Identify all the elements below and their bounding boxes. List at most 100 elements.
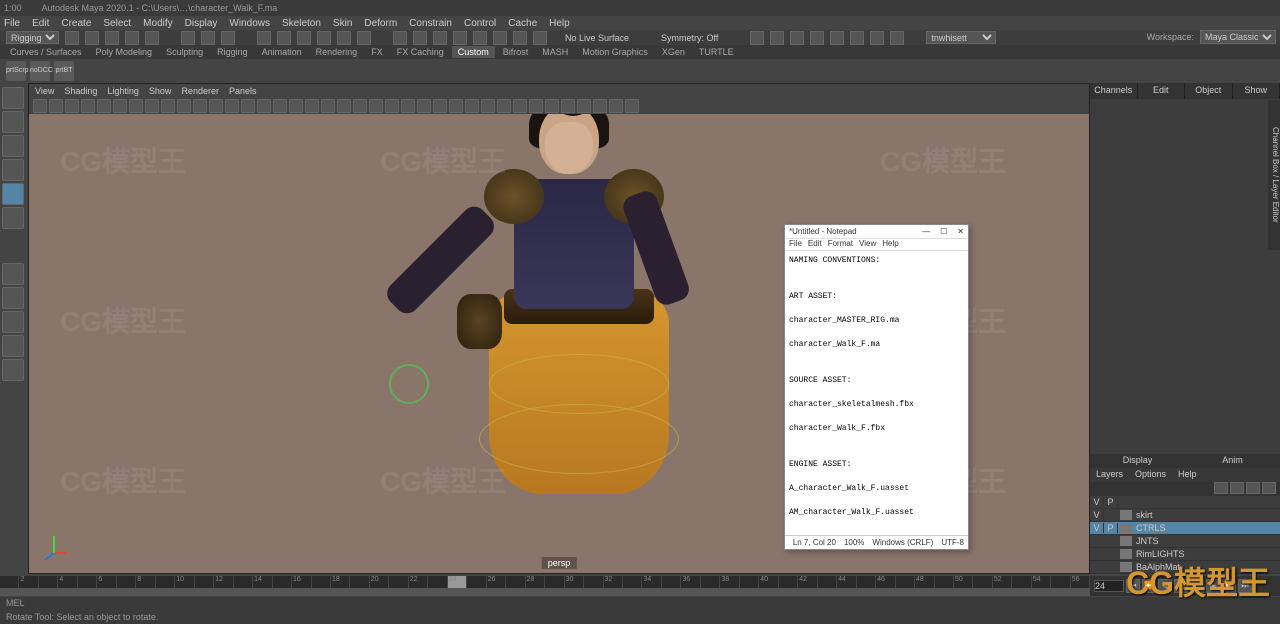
vp-toolbar-icon[interactable] [289, 99, 303, 113]
vp-toolbar-icon[interactable] [609, 99, 623, 113]
shelf-tab[interactable]: MASH [536, 46, 574, 58]
snap-curve-icon[interactable] [277, 31, 291, 45]
menu-help[interactable]: Help [549, 18, 570, 29]
menu-select[interactable]: Select [103, 18, 131, 29]
render-setup-icon[interactable] [850, 31, 864, 45]
history6-icon[interactable] [493, 31, 507, 45]
layout-outliner[interactable] [2, 359, 24, 381]
vp-toolbar-icon[interactable] [513, 99, 527, 113]
shelf-tab[interactable]: FX [365, 46, 389, 58]
hypershade-icon[interactable] [810, 31, 824, 45]
menu-edit[interactable]: Edit [32, 18, 49, 29]
menu-display[interactable]: Display [185, 18, 218, 29]
vp-toolbar-icon[interactable] [65, 99, 79, 113]
vp-toolbar-icon[interactable] [465, 99, 479, 113]
shelf-tab[interactable]: Rendering [310, 46, 364, 58]
current-frame-field[interactable] [1094, 580, 1124, 592]
layer-opt[interactable]: Layers [1090, 468, 1129, 482]
shelf-tab[interactable]: TURTLE [693, 46, 740, 58]
snap-view-icon[interactable] [357, 31, 371, 45]
shelf-tab[interactable]: Curves / Surfaces [4, 46, 88, 58]
vp-toolbar-icon[interactable] [129, 99, 143, 113]
account-dropdown[interactable]: tnwhisett [926, 31, 996, 44]
notepad-text[interactable]: NAMING CONVENTIONS: ART ASSET: character… [785, 251, 968, 535]
shelf-tab[interactable]: Custom [452, 46, 495, 58]
layer-row[interactable]: JNTS [1090, 535, 1280, 548]
vp-toolbar-icon[interactable] [577, 99, 591, 113]
undo-icon[interactable] [125, 31, 139, 45]
time-slider[interactable]: 2468101214161820222426283032343638404244… [0, 576, 1090, 596]
np-menu-item[interactable]: Help [882, 239, 898, 250]
shelf-tab[interactable]: XGen [656, 46, 691, 58]
open-scene-icon[interactable] [85, 31, 99, 45]
vp-toolbar-icon[interactable] [625, 99, 639, 113]
select-tool[interactable] [2, 87, 24, 109]
menu-skeleton[interactable]: Skeleton [282, 18, 321, 29]
vp-toolbar-icon[interactable] [193, 99, 207, 113]
mode-dropdown[interactable]: Rigging [6, 31, 59, 44]
shelf-button[interactable]: prtScrp [6, 61, 26, 81]
vp-toolbar-icon[interactable] [449, 99, 463, 113]
rotate-gizmo[interactable] [389, 364, 429, 404]
snap-plane-icon[interactable] [317, 31, 331, 45]
vp-toolbar-icon[interactable] [385, 99, 399, 113]
history7-icon[interactable] [513, 31, 527, 45]
vp-toolbar-icon[interactable] [593, 99, 607, 113]
vp-toolbar-icon[interactable] [241, 99, 255, 113]
maximize-icon[interactable]: ☐ [940, 227, 947, 236]
vp-toolbar-icon[interactable] [97, 99, 111, 113]
vp-toolbar-icon[interactable] [209, 99, 223, 113]
lasso-icon[interactable] [201, 31, 215, 45]
vp-menu-item[interactable]: Show [149, 86, 172, 96]
rig-control-ring[interactable] [479, 404, 679, 474]
layer-add-icon[interactable] [1262, 482, 1276, 494]
workspace-dropdown[interactable]: Maya Classic [1200, 30, 1276, 44]
np-menu-item[interactable]: File [789, 239, 802, 250]
rotate-tool[interactable] [2, 183, 24, 205]
menu-skin[interactable]: Skin [333, 18, 352, 29]
render-view-icon[interactable] [870, 31, 884, 45]
save-scene-icon[interactable] [105, 31, 119, 45]
vp-toolbar-icon[interactable] [417, 99, 431, 113]
vp-toolbar-icon[interactable] [49, 99, 63, 113]
shelf-tab[interactable]: Sculpting [160, 46, 209, 58]
history8-icon[interactable] [533, 31, 547, 45]
command-line[interactable]: MEL [0, 597, 1280, 610]
vp-toolbar-icon[interactable] [481, 99, 495, 113]
snap-point-icon[interactable] [297, 31, 311, 45]
scale-tool[interactable] [2, 207, 24, 229]
history4-icon[interactable] [453, 31, 467, 45]
menu-windows[interactable]: Windows [229, 18, 270, 29]
move-tool[interactable] [2, 159, 24, 181]
vp-toolbar-icon[interactable] [145, 99, 159, 113]
vp-toolbar-icon[interactable] [177, 99, 191, 113]
layer-opt[interactable]: Options [1129, 468, 1172, 482]
shelf-tab[interactable]: Poly Modeling [90, 46, 159, 58]
history5-icon[interactable] [473, 31, 487, 45]
layout-two-side[interactable] [2, 311, 24, 333]
symmetry-label[interactable]: Symmetry: Off [661, 33, 718, 43]
notepad-titlebar[interactable]: *Untitled - Notepad — ☐ ✕ [785, 225, 968, 239]
vp-toolbar-icon[interactable] [113, 99, 127, 113]
shelf-tab[interactable]: Rigging [211, 46, 254, 58]
layer-tab[interactable]: Display [1090, 454, 1185, 468]
channel-tab[interactable]: Show [1233, 83, 1280, 99]
vp-toolbar-icon[interactable] [161, 99, 175, 113]
shelf-tab[interactable]: FX Caching [391, 46, 450, 58]
snap-live-icon[interactable] [337, 31, 351, 45]
vp-toolbar-icon[interactable] [433, 99, 447, 113]
vp-toolbar-icon[interactable] [401, 99, 415, 113]
vp-toolbar-icon[interactable] [81, 99, 95, 113]
layer-move-down-icon[interactable] [1230, 482, 1244, 494]
vp-menu-item[interactable]: Shading [64, 86, 97, 96]
layout-single[interactable] [2, 263, 24, 285]
menu-control[interactable]: Control [464, 18, 496, 29]
vp-toolbar-icon[interactable] [257, 99, 271, 113]
render-icon[interactable] [750, 31, 764, 45]
menu-deform[interactable]: Deform [364, 18, 397, 29]
vp-toolbar-icon[interactable] [369, 99, 383, 113]
np-menu-item[interactable]: View [859, 239, 876, 250]
panel-toggle-icon[interactable] [890, 31, 904, 45]
menu-file[interactable]: File [4, 18, 20, 29]
channel-tab[interactable]: Edit [1138, 83, 1186, 99]
